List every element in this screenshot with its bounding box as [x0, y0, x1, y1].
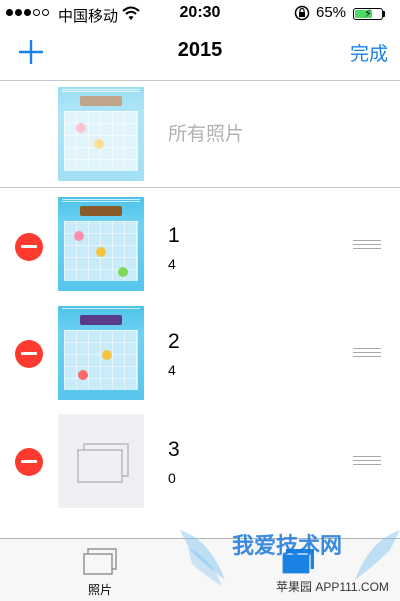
photos-stack-icon	[83, 548, 117, 575]
album-row[interactable]: 1 4	[0, 188, 400, 306]
album-count: 0	[168, 470, 176, 486]
page-title: 2015	[177, 39, 223, 61]
watermark-subtitle: 苹果园 APP111.COM	[276, 580, 389, 594]
all-photos-row[interactable]: 所有照片	[0, 81, 400, 188]
album-thumbnail	[58, 306, 144, 400]
reorder-handle-icon[interactable]	[353, 348, 381, 359]
album-name: 2	[168, 330, 180, 353]
album-thumbnail	[58, 197, 144, 291]
delete-album-button[interactable]	[15, 233, 43, 261]
status-bar: 中国移动 20:30 65% ⚡	[0, 0, 400, 28]
watermark-title: 我爱技术网	[232, 533, 343, 558]
album-name: 3	[168, 438, 180, 461]
album-name: 1	[168, 224, 180, 247]
battery-tip	[383, 11, 385, 17]
all-photos-label: 所有照片	[168, 124, 245, 145]
rotation-lock-icon	[294, 5, 310, 25]
delete-album-button[interactable]	[15, 448, 43, 476]
battery-charging-icon: ⚡	[353, 8, 383, 20]
all-photos-thumbnail	[58, 87, 144, 181]
empty-album-placeholder	[58, 414, 144, 508]
reorder-handle-icon[interactable]	[353, 456, 381, 467]
empty-album-icon	[77, 443, 129, 483]
tab-photos-label: 照片	[87, 583, 112, 597]
nav-bar: 2015 完成	[0, 28, 400, 81]
done-button[interactable]: 完成	[350, 39, 388, 66]
album-row[interactable]: 3 0	[0, 410, 400, 528]
reorder-handle-icon[interactable]	[353, 240, 381, 251]
delete-album-button[interactable]	[15, 340, 43, 368]
battery-percent: 65%	[316, 4, 347, 21]
album-count: 4	[168, 362, 176, 378]
album-row[interactable]: 2 4	[0, 300, 400, 418]
tab-photos[interactable]: 照片	[60, 545, 140, 597]
album-count: 4	[168, 256, 176, 272]
